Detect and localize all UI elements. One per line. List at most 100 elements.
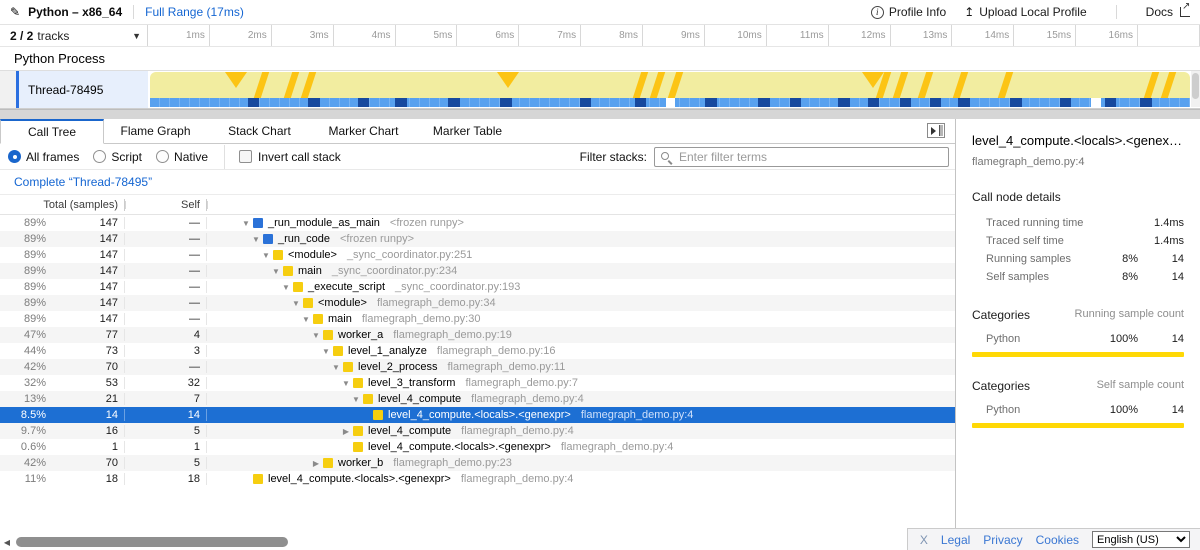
docs-label: Docs	[1146, 5, 1173, 19]
footer-close-button[interactable]: X	[920, 533, 928, 547]
collapse-icon[interactable]: ▼	[279, 283, 293, 292]
collapse-icon[interactable]: ▼	[249, 235, 263, 244]
marker-slash-icon[interactable]	[998, 72, 1013, 98]
table-row[interactable]: 89%147—▼_run_module_as_main<frozen runpy…	[0, 215, 955, 231]
table-row[interactable]: 44%733▼level_1_analyzeflamegraph_demo.py…	[0, 343, 955, 359]
marker-slash-icon[interactable]	[254, 72, 269, 98]
sample-cluster	[635, 98, 646, 107]
marker-triangle-icon[interactable]	[497, 72, 519, 88]
radio-icon[interactable]	[93, 150, 106, 163]
scrollbar-thumb[interactable]	[16, 537, 288, 547]
expand-icon[interactable]: ▶	[309, 459, 323, 468]
table-row[interactable]: 32%5332▼level_3_transformflamegraph_demo…	[0, 375, 955, 391]
marker-slash-icon[interactable]	[1144, 72, 1159, 98]
table-row[interactable]: 89%147—▼mainflamegraph_demo.py:30	[0, 311, 955, 327]
table-row[interactable]: 8.5%1414level_4_compute.<locals>.<genexp…	[0, 407, 955, 423]
radio-all-frames[interactable]: All frames	[8, 150, 79, 164]
scrollbar-track[interactable]	[14, 537, 955, 547]
marker-slash-icon[interactable]	[892, 72, 907, 98]
tracks-label: tracks	[37, 29, 69, 43]
category-bar	[972, 352, 1184, 357]
table-row[interactable]: 0.6%11level_4_compute.<locals>.<genexpr>…	[0, 439, 955, 455]
thread-track[interactable]: Thread-78495	[0, 71, 1200, 109]
collapse-icon[interactable]: ▼	[339, 379, 353, 388]
docs-link[interactable]: Docs	[1146, 5, 1190, 19]
marker-triangle-icon[interactable]	[225, 72, 247, 88]
function-file: flamegraph_demo.py:4	[561, 441, 674, 453]
collapse-icon[interactable]: ▼	[239, 219, 253, 228]
horizontal-scrollbar[interactable]: ◀	[0, 536, 955, 548]
table-row[interactable]: 89%147—▼_execute_script_sync_coordinator…	[0, 279, 955, 295]
collapse-icon[interactable]: ▼	[259, 251, 273, 260]
detail-value: 14	[1138, 253, 1184, 265]
table-row[interactable]: 89%147—▼<module>_sync_coordinator.py:251	[0, 247, 955, 263]
radio-native[interactable]: Native	[156, 150, 208, 164]
cpu-usage-graph[interactable]	[150, 72, 1190, 98]
timeline-splitter[interactable]	[0, 109, 1200, 119]
function-name: <module>	[288, 249, 337, 261]
table-row[interactable]: 89%147—▼_run_code<frozen runpy>	[0, 231, 955, 247]
marker-slash-icon[interactable]	[284, 72, 299, 98]
marker-slash-icon[interactable]	[632, 72, 647, 98]
marker-slash-icon[interactable]	[1161, 72, 1176, 98]
sidebar-toggle-button[interactable]	[927, 123, 945, 138]
table-row[interactable]: 47%774▼worker_aflamegraph_demo.py:19	[0, 327, 955, 343]
tab-stack-chart[interactable]: Stack Chart	[208, 119, 312, 143]
cell-self: 32	[125, 377, 207, 389]
upload-profile-button[interactable]: ↥ Upload Local Profile	[964, 5, 1086, 19]
call-node-sidebar: level_4_compute.<locals>.<genexpr> flame…	[956, 119, 1200, 550]
tab-marker-chart[interactable]: Marker Chart	[312, 119, 416, 143]
thread-track-label[interactable]: Thread-78495	[0, 71, 148, 108]
expand-icon[interactable]: ▶	[339, 427, 353, 436]
collapse-icon[interactable]: ▼	[289, 299, 303, 308]
table-row[interactable]: 9.7%165▶level_4_computeflamegraph_demo.p…	[0, 423, 955, 439]
invert-checkbox[interactable]	[239, 150, 252, 163]
scroll-left-icon[interactable]: ◀	[0, 538, 14, 547]
footer-link-cookies[interactable]: Cookies	[1036, 533, 1079, 547]
table-row[interactable]: 89%147—▼<module>flamegraph_demo.py:34	[0, 295, 955, 311]
detail-label: Traced self time	[972, 235, 1098, 247]
complete-thread-link[interactable]: Complete “Thread-78495”	[14, 175, 152, 189]
radio-script[interactable]: Script	[93, 150, 142, 164]
marker-slash-icon[interactable]	[917, 72, 932, 98]
marker-slash-icon[interactable]	[650, 72, 665, 98]
samples-strip[interactable]	[150, 98, 1190, 107]
cell-total-samples: 147	[52, 249, 125, 261]
tab-flame-graph[interactable]: Flame Graph	[104, 119, 208, 143]
process-track-header[interactable]: Python Process	[0, 47, 1200, 71]
footer-link-legal[interactable]: Legal	[941, 533, 970, 547]
table-row[interactable]: 42%705▶worker_bflamegraph_demo.py:23	[0, 455, 955, 471]
collapse-icon[interactable]: ▼	[299, 315, 313, 324]
table-row[interactable]: 42%70—▼level_2_processflamegraph_demo.py…	[0, 359, 955, 375]
column-total[interactable]: Total (samples)	[0, 199, 125, 211]
language-select[interactable]: English (US)	[1092, 531, 1190, 548]
scrollbar-thumb[interactable]	[1192, 73, 1199, 99]
filter-input[interactable]	[654, 147, 949, 167]
cell-self: 5	[125, 457, 207, 469]
column-self[interactable]: Self	[125, 199, 207, 211]
tracks-dropdown[interactable]: 2 / 2 tracks ▼	[0, 25, 148, 46]
tab-marker-table[interactable]: Marker Table	[416, 119, 520, 143]
tab-call-tree[interactable]: Call Tree	[0, 119, 104, 144]
thread-activity-graph[interactable]	[148, 71, 1190, 108]
table-row[interactable]: 13%217▼level_4_computeflamegraph_demo.py…	[0, 391, 955, 407]
full-range-link[interactable]: Full Range (17ms)	[145, 5, 244, 19]
collapse-icon[interactable]: ▼	[349, 395, 363, 404]
marker-slash-icon[interactable]	[301, 72, 316, 98]
table-row[interactable]: 11%1818level_4_compute.<locals>.<genexpr…	[0, 471, 955, 487]
table-row[interactable]: 89%147—▼main_sync_coordinator.py:234	[0, 263, 955, 279]
radio-icon[interactable]	[156, 150, 169, 163]
edit-profile-name-icon[interactable]: ✎	[10, 5, 20, 19]
collapse-icon[interactable]: ▼	[329, 363, 343, 372]
collapse-icon[interactable]: ▼	[269, 267, 283, 276]
timeline-vertical-scrollbar[interactable]	[1191, 71, 1200, 107]
marker-slash-icon[interactable]	[953, 72, 968, 98]
invert-call-stack-toggle[interactable]: Invert call stack	[239, 150, 341, 164]
footer-link-privacy[interactable]: Privacy	[983, 533, 1022, 547]
collapse-icon[interactable]: ▼	[319, 347, 333, 356]
radio-icon[interactable]	[8, 150, 21, 163]
profile-info-button[interactable]: i Profile Info	[871, 5, 946, 19]
marker-slash-icon[interactable]	[668, 72, 683, 98]
timeline-ruler[interactable]: 1ms2ms3ms4ms5ms6ms7ms8ms9ms10ms11ms12ms1…	[148, 25, 1200, 46]
collapse-icon[interactable]: ▼	[309, 331, 323, 340]
